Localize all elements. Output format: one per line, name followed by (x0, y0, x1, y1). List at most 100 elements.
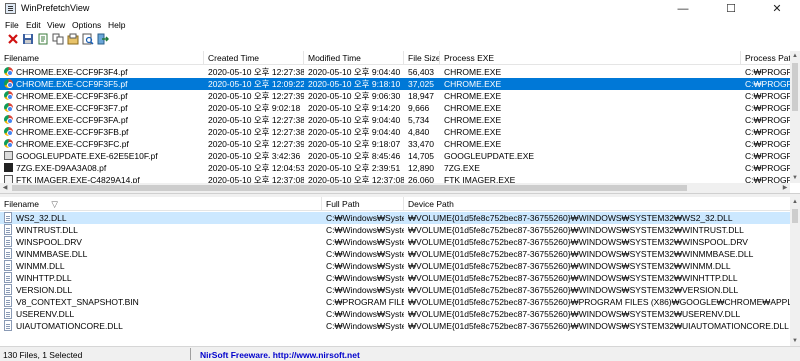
list-item[interactable]: WS2_32.DLL C:₩Windows₩Syste... ₩VOLUME{01d… (0, 212, 790, 224)
table-cell: 2020-05-10 오후 9:14:20 (304, 102, 404, 114)
table-cell: 2020-05-10 오후 9:02:18 (204, 102, 304, 114)
scroll-up-arrow[interactable]: ▲ (790, 51, 800, 61)
find-icon[interactable] (82, 33, 94, 45)
table-row[interactable]: CHROME.EXE-CCF9F3F5.pf 2020-05-10 오후 12:0… (0, 78, 800, 90)
referenced-list-vscrollbar[interactable]: ▲ ▼ (790, 197, 800, 346)
list-item[interactable]: WINSPOOL.DRV C:₩Windows₩Syste... ₩VOLUME{0… (0, 236, 790, 248)
menu-options[interactable]: Options (72, 20, 101, 30)
cell-device-path: ₩VOLUME{01d5fe8c752bec87-36755260}₩WINDO… (408, 321, 789, 331)
nirsoft-link[interactable]: NirSoft Freeware. http://www.nirsoft.net (200, 350, 360, 360)
scroll-down-arrow[interactable]: ▼ (790, 173, 800, 183)
cell-process-exe: CHROME.EXE (444, 79, 502, 89)
scroll-right-arrow[interactable]: ▶ (780, 183, 790, 193)
table-row[interactable]: CHROME.EXE-CCF9F3F6.pf 2020-05-10 오후 12:2… (0, 90, 800, 102)
exit-icon[interactable] (97, 33, 109, 45)
table-row[interactable]: CHROME.EXE-CCF9F3FB.pf 2020-05-10 오후 12:2… (0, 126, 800, 138)
maximize-button[interactable]: ☐ (708, 0, 754, 18)
file-icon (4, 236, 12, 247)
table-row[interactable]: CHROME.EXE-CCF9F3F7.pf 2020-05-10 오후 9:02… (0, 102, 800, 114)
chrome-icon (4, 79, 13, 88)
minimize-button[interactable]: — (660, 0, 706, 18)
table-cell: 2020-05-10 오후 2:39:51 (304, 162, 404, 174)
scroll-thumb[interactable] (792, 63, 798, 111)
table-cell: CHROME.EXE-CCF9F3F7.pf (0, 102, 204, 114)
cell-filename: V8_CONTEXT_SNAPSHOT.BIN (16, 297, 139, 307)
7zip-icon (4, 163, 13, 172)
table-cell: ₩VOLUME{01d5fe8c752bec87-36755260}₩WINDO… (404, 272, 794, 284)
menu-bar: File Edit View Options Help (0, 18, 800, 32)
properties-icon[interactable] (37, 33, 49, 45)
table-row[interactable]: CHROME.EXE-CCF9F3FA.pf 2020-05-10 오후 12:2… (0, 114, 800, 126)
prefetch-list-vscrollbar[interactable]: ▲ ▼ (790, 51, 800, 183)
menu-file[interactable]: File (5, 20, 19, 30)
file-icon (4, 260, 12, 271)
table-cell: 12,890 (404, 162, 440, 174)
html-report-icon[interactable] (67, 33, 79, 45)
table-cell: 2020-05-10 오후 9:18:10 (304, 78, 404, 90)
delete-icon[interactable] (7, 33, 19, 45)
scroll-left-arrow[interactable]: ◀ (0, 183, 10, 193)
cell-filename: UIAUTOMATIONCORE.DLL (16, 321, 123, 331)
menu-help[interactable]: Help (108, 20, 125, 30)
hscroll-thumb[interactable] (12, 185, 687, 191)
save-icon[interactable] (22, 33, 34, 45)
col-filename[interactable]: Filename (0, 51, 204, 65)
cell-created-time: 2020-05-10 오후 12:27:39 (208, 91, 304, 101)
col-file-size[interactable]: File Size (404, 51, 440, 65)
table-row[interactable]: CHROME.EXE-CCF9F3FC.pf 2020-05-10 오후 12:2… (0, 138, 800, 150)
toolbar (0, 32, 800, 48)
table-cell: ₩VOLUME{01d5fe8c752bec87-36755260}₩PROGR… (404, 296, 794, 308)
referenced-file-list[interactable]: Filename ▽ Full Path Device Path WS2_32.… (0, 197, 800, 346)
table-cell: C:₩Windows₩Syste... (322, 236, 404, 248)
menu-view[interactable]: View (47, 20, 65, 30)
scroll-thumb[interactable] (792, 209, 798, 223)
list-item[interactable]: USERENV.DLL C:₩Windows₩Syste... ₩VOLUME{01… (0, 308, 790, 320)
cell-created-time: 2020-05-10 오후 12:27:38 (208, 127, 304, 137)
cell-full-path: C:₩Windows₩Syste... (326, 237, 404, 247)
col-process-exe[interactable]: Process EXE (440, 51, 741, 65)
col-modified-time[interactable]: Modified Time (304, 51, 404, 65)
chrome-icon (4, 115, 13, 124)
table-cell: CHROME.EXE-CCF9F3F4.pf (0, 66, 204, 78)
cell-filename: CHROME.EXE-CCF9F3F7.pf (16, 103, 128, 113)
table-row[interactable]: GOOGLEUPDATE.EXE-62E5E10F.pf 2020-05-10 오… (0, 150, 800, 162)
table-row[interactable]: 7ZG.EXE-D9AA3A08.pf 2020-05-10 오후 12:04:5… (0, 162, 800, 174)
table-cell: C:₩Windows₩Syste... (322, 248, 404, 260)
cell-file-size: 14,705 (408, 151, 434, 161)
table-cell: CHROME.EXE (440, 138, 741, 150)
cell-filename: CHROME.EXE-CCF9F3FC.pf (16, 139, 129, 149)
scroll-down-arrow[interactable]: ▼ (790, 336, 800, 346)
col-device-path[interactable]: Device Path (404, 197, 800, 211)
list-item[interactable]: WINMMBASE.DLL C:₩Windows₩Syste... ₩VOLUME{… (0, 248, 790, 260)
close-button[interactable]: ✕ (754, 0, 800, 18)
cell-process-exe: 7ZG.EXE (444, 163, 480, 173)
scroll-up-arrow[interactable]: ▲ (790, 197, 800, 207)
table-cell: UIAUTOMATIONCORE.DLL (0, 320, 322, 332)
list-item[interactable]: UIAUTOMATIONCORE.DLL C:₩Windows₩Syste... ₩… (0, 320, 790, 332)
table-cell: WINMM.DLL (0, 260, 322, 272)
table-cell: 56,403 (404, 66, 440, 78)
col-full-path[interactable]: Full Path (322, 197, 404, 211)
table-cell: C:₩Windows₩Syste... (322, 260, 404, 272)
table-cell: 9,666 (404, 102, 440, 114)
cell-process-exe: CHROME.EXE (444, 127, 502, 137)
table-row[interactable]: CHROME.EXE-CCF9F3F4.pf 2020-05-10 오후 12:2… (0, 66, 800, 78)
cell-filename: WINHTTP.DLL (16, 273, 72, 283)
col-ref-filename[interactable]: Filename ▽ (0, 197, 322, 211)
list-item[interactable]: VERSION.DLL C:₩Windows₩Syste... ₩VOLUME{01… (0, 284, 790, 296)
cell-created-time: 2020-05-10 오후 12:27:38 (208, 115, 304, 125)
chrome-icon (4, 91, 13, 100)
prefetch-file-list[interactable]: Filename Created Time Modified Time File… (0, 51, 800, 193)
cell-created-time: 2020-05-10 오후 12:09:22 (208, 79, 304, 89)
col-created-time[interactable]: Created Time (204, 51, 304, 65)
prefetch-list-hscrollbar[interactable]: ◀ ▶ (0, 183, 790, 193)
menu-edit[interactable]: Edit (26, 20, 41, 30)
list-item[interactable]: WINMM.DLL C:₩Windows₩Syste... ₩VOLUME{01d5… (0, 260, 790, 272)
copy-icon[interactable] (52, 33, 64, 45)
list-item[interactable]: WINHTTP.DLL C:₩Windows₩Syste... ₩VOLUME{01… (0, 272, 790, 284)
list-item[interactable]: WINTRUST.DLL C:₩Windows₩Syste... ₩VOLUME{0… (0, 224, 790, 236)
app-icon (5, 3, 16, 14)
table-cell: CHROME.EXE (440, 78, 741, 90)
list-item[interactable]: V8_CONTEXT_SNAPSHOT.BIN C:₩PROGRAM FILES.… (0, 296, 794, 308)
table-cell: 7ZG.EXE (440, 162, 741, 174)
